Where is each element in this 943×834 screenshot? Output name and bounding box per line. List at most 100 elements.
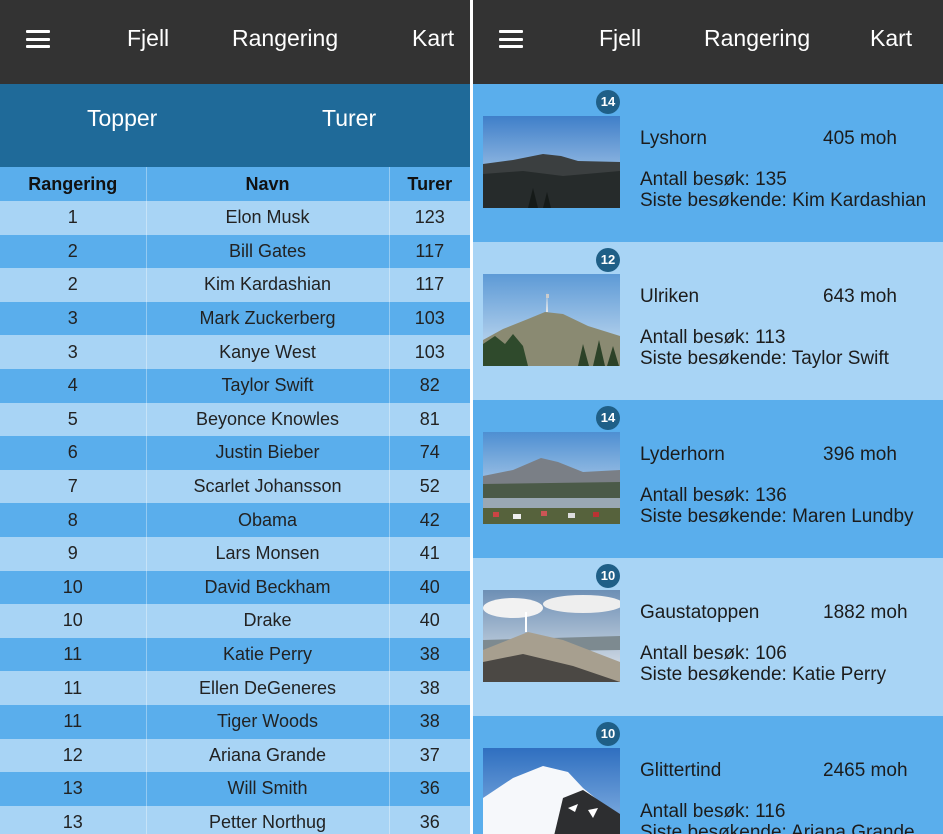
mountain-card[interactable]: 14 Lyshorn 405 moh Antall besøk: 135 Sis… (473, 84, 943, 242)
menu-icon[interactable] (499, 30, 523, 48)
mountain-name: Gaustatoppen (640, 602, 760, 623)
table-row[interactable]: 6 Justin Bieber 74 (0, 436, 470, 470)
table-row[interactable]: 11 Tiger Woods 38 (0, 704, 470, 739)
trips-cell: 38 (389, 704, 470, 739)
mountain-card[interactable]: 12 Ulriken 643 moh Antall besøk: 113 Sis… (473, 242, 943, 400)
table-row[interactable]: 11 Ellen DeGeneres 38 (0, 671, 470, 705)
nav-fjell[interactable]: Fjell (127, 25, 169, 52)
tab-topper[interactable]: Topper (87, 105, 157, 132)
mountain-photo (483, 274, 620, 366)
trips-cell: 37 (389, 738, 470, 773)
name-cell: Taylor Swift (146, 368, 390, 403)
name-cell: David Beckham (146, 570, 390, 605)
name-cell: Bill Gates (146, 234, 390, 269)
name-cell: Justin Bieber (146, 436, 390, 470)
trips-cell: 38 (389, 637, 470, 672)
rank-cell: 7 (0, 469, 147, 504)
rank-cell: 8 (0, 503, 147, 537)
name-cell: Will Smith (146, 772, 390, 806)
table-row[interactable]: 9 Lars Monsen 41 (0, 536, 470, 571)
name-cell: Beyonce Knowles (146, 402, 390, 437)
mountain-height: 396 moh (823, 444, 897, 465)
table-row[interactable]: 3 Kanye West 103 (0, 335, 470, 369)
trip-count-badge: 10 (596, 564, 620, 588)
table-row[interactable]: 13 Petter Northug 36 (0, 805, 470, 834)
trips-cell: 42 (389, 503, 470, 537)
name-cell: Kim Kardashian (146, 268, 390, 302)
ranking-panel: Fjell Rangering Kart Topper Turer Ranger… (0, 0, 470, 834)
table-row[interactable]: 10 Drake 40 (0, 604, 470, 638)
table-row[interactable]: 7 Scarlet Johansson 52 (0, 469, 470, 504)
mountain-height: 1882 moh (823, 602, 908, 623)
nav-rangering[interactable]: Rangering (704, 25, 810, 52)
table-row[interactable]: 5 Beyonce Knowles 81 (0, 402, 470, 437)
rank-cell: 11 (0, 637, 147, 672)
table-row[interactable]: 10 David Beckham 40 (0, 570, 470, 605)
header-turer[interactable]: Turer (389, 167, 470, 201)
nav-fjell[interactable]: Fjell (599, 25, 641, 52)
rank-cell: 12 (0, 738, 147, 773)
name-cell: Katie Perry (146, 637, 390, 672)
trip-count-badge: 10 (596, 722, 620, 746)
mountain-card[interactable]: 10 Gaustatoppen 1882 moh Antall besøk: 1… (473, 558, 943, 716)
name-cell: Ariana Grande (146, 738, 390, 773)
mountain-card[interactable]: 10 Glittertind 2465 moh Antall besøk: 11… (473, 716, 943, 834)
trips-cell: 41 (389, 536, 470, 571)
navbar: Fjell Rangering Kart (0, 0, 470, 84)
mountain-height: 405 moh (823, 128, 897, 149)
table-row[interactable]: 3 Mark Zuckerberg 103 (0, 301, 470, 336)
name-cell: Drake (146, 604, 390, 638)
rank-cell: 3 (0, 335, 147, 369)
rank-cell: 2 (0, 234, 147, 269)
ranking-table: Rangering Navn Turer 1 Elon Musk 123 2 Bill … (0, 167, 470, 834)
last-visitor: Siste besøkende: Ariana Grande (640, 822, 915, 834)
table-row[interactable]: 4 Taylor Swift 82 (0, 368, 470, 403)
header-navn[interactable]: Navn (146, 167, 390, 201)
last-visitor: Siste besøkende: Maren Lundby (640, 506, 914, 527)
ranking-tabs: Topper Turer (0, 84, 470, 167)
visit-count: Antall besøk: 135 (640, 169, 787, 190)
rank-cell: 13 (0, 772, 147, 806)
mountain-name: Lyderhorn (640, 444, 725, 465)
rank-cell: 5 (0, 402, 147, 437)
trips-cell: 36 (389, 772, 470, 806)
rank-cell: 10 (0, 604, 147, 638)
trips-cell: 103 (389, 335, 470, 369)
mountain-card[interactable]: 14 Lyderhorn 396 moh Antall besøk: 136 S… (473, 400, 943, 558)
header-rangering[interactable]: Rangering (0, 167, 147, 201)
tab-turer[interactable]: Turer (322, 105, 376, 132)
mountain-photo (483, 116, 620, 208)
trips-cell: 38 (389, 671, 470, 705)
table-row[interactable]: 11 Katie Perry 38 (0, 637, 470, 672)
nav-rangering[interactable]: Rangering (232, 25, 338, 52)
rank-cell: 3 (0, 301, 147, 336)
trips-cell: 81 (389, 402, 470, 437)
table-row[interactable]: 12 Ariana Grande 37 (0, 738, 470, 773)
rank-cell: 11 (0, 704, 147, 739)
name-cell: Lars Monsen (146, 536, 390, 571)
table-row[interactable]: 1 Elon Musk 123 (0, 201, 470, 235)
name-cell: Tiger Woods (146, 704, 390, 739)
table-row[interactable]: 2 Kim Kardashian 117 (0, 268, 470, 302)
mountain-photo (483, 590, 620, 682)
menu-icon[interactable] (26, 30, 50, 48)
visit-count: Antall besøk: 106 (640, 643, 787, 664)
nav-kart[interactable]: Kart (412, 25, 454, 52)
table-row[interactable]: 13 Will Smith 36 (0, 772, 470, 806)
name-cell: Petter Northug (146, 805, 390, 834)
mountain-photo (483, 748, 620, 834)
name-cell: Mark Zuckerberg (146, 301, 390, 336)
mountain-photo (483, 432, 620, 524)
rank-cell: 2 (0, 268, 147, 302)
trips-cell: 82 (389, 368, 470, 403)
mountain-name: Glittertind (640, 760, 722, 781)
table-row[interactable]: 8 Obama 42 (0, 503, 470, 537)
rank-cell: 6 (0, 436, 147, 470)
table-row[interactable]: 2 Bill Gates 117 (0, 234, 470, 269)
mountain-name: Ulriken (640, 286, 700, 307)
trip-count-badge: 12 (596, 248, 620, 272)
mountains-panel: Fjell Rangering Kart 14 Lyshorn 405 moh … (473, 0, 943, 834)
trips-cell: 123 (389, 201, 470, 235)
nav-kart[interactable]: Kart (870, 25, 912, 52)
trip-count-badge: 14 (596, 406, 620, 430)
